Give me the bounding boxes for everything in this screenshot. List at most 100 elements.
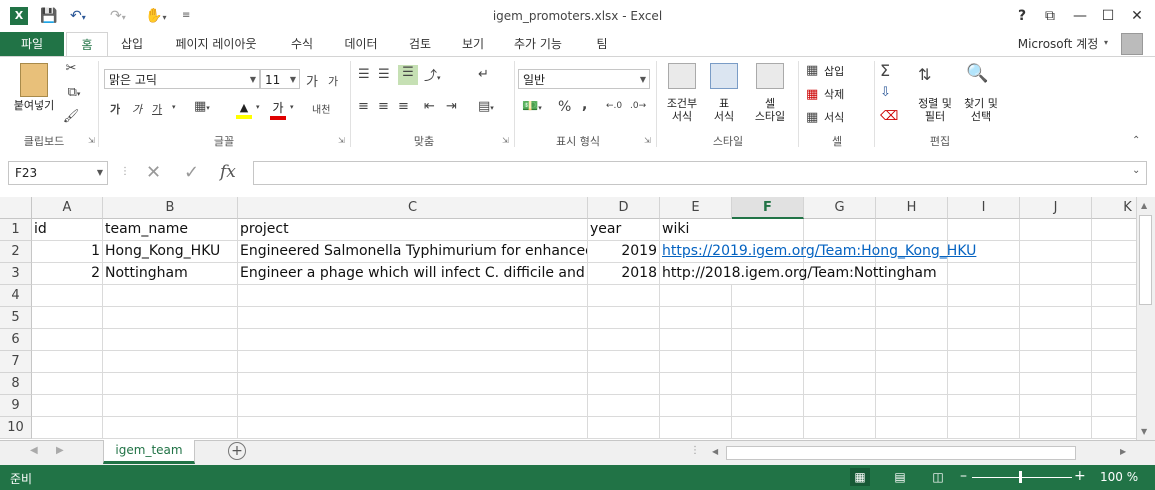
cell-d1[interactable]: year [588,219,660,241]
cell-i1[interactable] [948,219,1020,241]
next-sheet-icon[interactable]: ▶ [56,445,64,456]
cell-h8[interactable] [876,373,948,395]
cell-i3[interactable] [948,263,1020,285]
row-header-8[interactable]: 8 [0,373,32,395]
format-as-table-button[interactable]: 표 서식 [700,97,748,123]
row-header-9[interactable]: 9 [0,395,32,417]
cell-h9[interactable] [876,395,948,417]
cell-e1[interactable]: wiki [660,219,732,241]
cell-b4[interactable] [103,285,238,307]
cell-d10[interactable] [588,417,660,439]
cell-c1[interactable]: project [238,219,588,241]
cell-g10[interactable] [804,417,876,439]
conditional-formatting-icon[interactable] [668,63,696,89]
cell-j2[interactable] [1020,241,1092,263]
decrease-indent-icon[interactable]: ⇤ [424,99,435,114]
grow-font-icon[interactable]: 가 [306,71,318,90]
decrease-decimal-icon[interactable]: .0→ [630,101,646,111]
font-size-combo[interactable]: 11 ▼ [260,69,300,89]
comma-style-button[interactable]: , [582,97,587,113]
cell-a5[interactable] [32,307,103,329]
cell-k2[interactable] [1092,241,1136,263]
insert-cells-button[interactable]: 삽입 [824,65,844,78]
cell-i9[interactable] [948,395,1020,417]
font-launcher-icon[interactable]: ⇲ [338,136,345,145]
name-box[interactable]: F23 ▼ [8,161,108,185]
row-header-7[interactable]: 7 [0,351,32,373]
cell-b10[interactable] [103,417,238,439]
cancel-entry-icon[interactable]: ✕ [146,162,161,183]
cell-k1[interactable] [1092,219,1136,241]
cell-c7[interactable] [238,351,588,373]
insert-function-icon[interactable]: fx [220,162,236,182]
column-header-i[interactable]: I [948,197,1020,219]
account-chevron-icon[interactable]: ▾ [1104,38,1108,47]
prev-sheet-icon[interactable]: ◀ [30,445,38,456]
column-header-h[interactable]: H [876,197,948,219]
cell-g6[interactable] [804,329,876,351]
cell-f4[interactable] [732,285,804,307]
cell-k6[interactable] [1092,329,1136,351]
paste-button[interactable]: 붙여넣기 [6,99,62,112]
cell-b8[interactable] [103,373,238,395]
cell-g4[interactable] [804,285,876,307]
cell-e6[interactable] [660,329,732,351]
cell-k5[interactable] [1092,307,1136,329]
cell-styles-button[interactable]: 셀 스타일 [744,97,796,123]
confirm-entry-icon[interactable]: ✓ [184,162,199,183]
cell-f8[interactable] [732,373,804,395]
alignment-launcher-icon[interactable]: ⇲ [502,136,509,145]
borders-icon[interactable]: ▦▾ [194,99,210,114]
clipboard-launcher-icon[interactable]: ⇲ [88,136,95,145]
column-header-c[interactable]: C [238,197,588,219]
format-cells-button[interactable]: 서식 [824,111,844,124]
cell-d3[interactable]: 2018 [588,263,660,285]
cell-c2[interactable]: Engineered Salmonella Typhimurium for en… [238,241,588,263]
ribbon-display-options-button[interactable]: ⧉ [1036,6,1064,26]
cell-j1[interactable] [1020,219,1092,241]
cell-b2[interactable]: Hong_Kong_HKU [103,241,238,263]
cell-i5[interactable] [948,307,1020,329]
cell-g5[interactable] [804,307,876,329]
orientation-icon[interactable]: ⤴▾ [424,65,441,84]
fill-color-dropdown-icon[interactable]: ▾ [256,103,260,111]
row-header-2[interactable]: 2 [0,241,32,263]
cell-e2[interactable]: https://2019.igem.org/Team:Hong_Kong_HKU [660,241,976,263]
cell-g1[interactable] [804,219,876,241]
split-handle-icon[interactable]: ⋮ [690,445,700,456]
autosum-icon[interactable]: Σ [880,61,890,80]
font-color-icon[interactable]: 가 [270,99,286,120]
scroll-right-icon[interactable]: ▶ [1120,447,1126,456]
cell-e7[interactable] [660,351,732,373]
tab-addins[interactable]: 추가 기능 [506,32,570,56]
collapse-ribbon-icon[interactable]: ⌃ [1132,135,1140,146]
cell-k10[interactable] [1092,417,1136,439]
align-left-icon[interactable]: ≡ [358,99,369,114]
fill-icon[interactable]: ⇩ [880,85,891,100]
tab-view[interactable]: 보기 [452,32,494,56]
hyperlink[interactable]: https://2019.igem.org/Team:Hong_Kong_HKU [662,243,976,259]
page-layout-view-icon[interactable]: ▤ [890,468,910,486]
row-header-3[interactable]: 3 [0,263,32,285]
cell-c9[interactable] [238,395,588,417]
cell-k9[interactable] [1092,395,1136,417]
top-align-icon[interactable]: ☰ [358,67,370,82]
page-break-preview-icon[interactable]: ◫ [928,468,948,486]
cell-a6[interactable] [32,329,103,351]
copy-icon[interactable]: ⧉▾ [62,85,86,100]
clear-icon[interactable]: ⌫ [880,109,898,124]
underline-button[interactable]: 가 [152,101,162,117]
cell-d5[interactable] [588,307,660,329]
cell-a2[interactable]: 1 [32,241,103,263]
cell-k4[interactable] [1092,285,1136,307]
cell-i8[interactable] [948,373,1020,395]
cell-h6[interactable] [876,329,948,351]
cell-i7[interactable] [948,351,1020,373]
zoom-slider-track[interactable] [972,477,1072,478]
row-header-10[interactable]: 10 [0,417,32,439]
format-painter-icon[interactable]: 🖌 [62,109,80,124]
cell-d9[interactable] [588,395,660,417]
cell-i10[interactable] [948,417,1020,439]
chevron-down-icon[interactable]: ▼ [97,162,103,184]
cell-d7[interactable] [588,351,660,373]
